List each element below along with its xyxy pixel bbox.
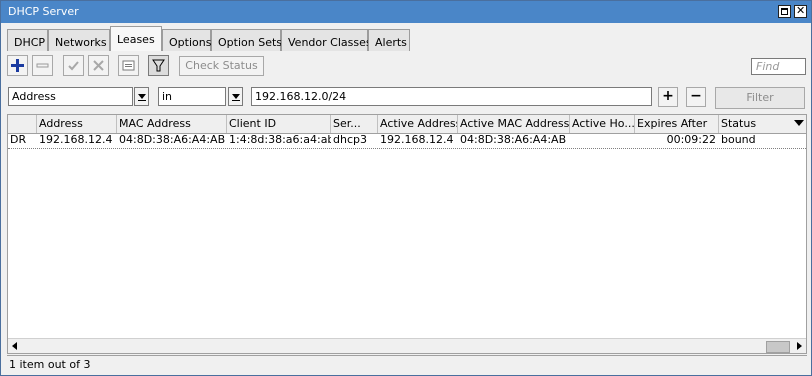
close-icon[interactable]: [794, 4, 807, 18]
cross-icon: [93, 60, 104, 71]
cell-active-host: [570, 133, 635, 148]
cell-server: dhcp3: [333, 133, 367, 146]
tab-leases[interactable]: Leases: [110, 26, 162, 51]
remove-filter-button[interactable]: −: [686, 87, 706, 107]
filter-toggle-button[interactable]: [148, 55, 169, 76]
check-icon: [68, 61, 79, 71]
tab-alerts[interactable]: Alerts: [368, 29, 410, 51]
tab-option-sets[interactable]: Option Sets: [211, 29, 282, 51]
table-row[interactable]: DR 192.168.12.4 04:8D:38:A6:A4:AB 1:4:8d…: [8, 133, 806, 149]
cell-expires-after: 00:09:22: [666, 133, 716, 146]
column-active-mac-address[interactable]: Active MAC Address: [458, 115, 570, 133]
filter-field-dropdown-icon[interactable]: [134, 87, 149, 106]
scroll-right-icon[interactable]: [797, 342, 802, 350]
column-flags[interactable]: [8, 115, 37, 133]
column-expires-after[interactable]: Expires After: [635, 115, 719, 133]
column-status[interactable]: Status: [719, 115, 806, 133]
add-filter-button[interactable]: +: [658, 87, 678, 107]
title-bar[interactable]: DHCP Server: [1, 1, 811, 23]
note-icon: [122, 60, 135, 71]
filter-icon: [152, 59, 165, 72]
column-address[interactable]: Address: [37, 115, 117, 133]
plus-icon: [11, 59, 24, 72]
column-client-id[interactable]: Client ID: [227, 115, 331, 133]
restore-icon[interactable]: [778, 5, 791, 18]
horizontal-scrollbar[interactable]: [8, 338, 806, 353]
tab-vendor-classes[interactable]: Vendor Classes: [281, 29, 372, 51]
cell-client-id: 1:4:8d:38:a6:a4:ab: [229, 133, 331, 146]
filter-operator-dropdown-icon[interactable]: [228, 87, 243, 106]
filter-field-select[interactable]: Address: [8, 87, 133, 106]
tab-dhcp[interactable]: DHCP: [7, 29, 48, 51]
filter-value-input[interactable]: 192.168.12.0/24: [251, 87, 652, 106]
find-input[interactable]: Find: [751, 58, 806, 75]
minus-icon: [36, 63, 49, 68]
column-server[interactable]: Ser...: [331, 115, 378, 133]
cell-status: bound: [721, 133, 756, 146]
add-button[interactable]: [7, 55, 28, 76]
comment-button[interactable]: [118, 55, 139, 76]
cell-flags: DR: [10, 133, 27, 146]
scroll-left-icon[interactable]: [12, 342, 17, 350]
column-active-address[interactable]: Active Address: [378, 115, 458, 133]
cell-mac-address: 04:8D:38:A6:A4:AB: [119, 133, 226, 146]
check-status-button[interactable]: Check Status: [179, 56, 264, 76]
disable-button[interactable]: [88, 55, 109, 76]
window-title: DHCP Server: [8, 5, 79, 18]
dhcp-server-window: DHCP Server DHCP Networks Leases Options…: [0, 0, 812, 376]
column-active-host[interactable]: Active Ho...: [570, 115, 635, 133]
leases-table: Address MAC Address Client ID Ser... Act…: [7, 114, 807, 354]
table-header: Address MAC Address Client ID Ser... Act…: [8, 115, 806, 134]
column-menu-icon[interactable]: [794, 120, 804, 126]
filter-button[interactable]: Filter: [715, 87, 805, 109]
cell-address: 192.168.12.4: [39, 133, 113, 146]
tab-networks[interactable]: Networks: [48, 29, 110, 51]
cell-active-address: 192.168.12.4: [380, 133, 454, 146]
scrollbar-thumb[interactable]: [766, 341, 790, 353]
filter-operator-select[interactable]: in: [158, 87, 226, 106]
enable-button[interactable]: [63, 55, 84, 76]
remove-button[interactable]: [32, 55, 53, 76]
tab-options[interactable]: Options: [162, 29, 211, 51]
column-mac-address[interactable]: MAC Address: [117, 115, 227, 133]
cell-active-mac-address: 04:8D:38:A6:A4:AB: [460, 133, 567, 146]
status-bar: 1 item out of 3: [7, 355, 807, 373]
